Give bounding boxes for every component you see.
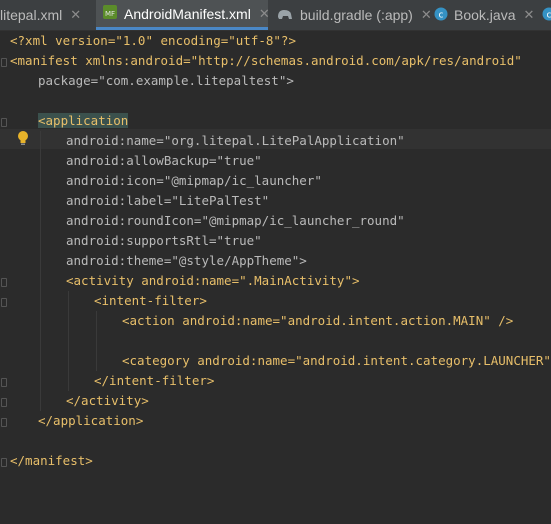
activity-close-tag: </activity> [66,393,149,408]
gradle-elephant-icon [276,7,294,24]
manifest-open-tag: <manifest xmlns:android="http://schemas.… [10,53,522,68]
manifest-file-icon: MF [102,4,118,23]
code-line-application-close: </application> [38,411,143,431]
manifest-close-tag: </manifest> [10,453,93,468]
action-tag: <action android:name="android.intent.act… [122,313,514,328]
tab-label: litepal.xml [0,7,63,23]
indent-guide [40,131,41,411]
attr-theme: android:theme="@style/AppTheme"> [66,253,307,268]
indent-guide [96,311,97,371]
editor-tab-bar: litepal.xml ✕ MF AndroidManifest.xml ✕ b… [0,0,551,31]
tab-label: AndroidManifest.xml [124,5,251,22]
code-line-manifest-close: </manifest> [10,451,93,471]
tab-build-gradle[interactable]: build.gradle (:app) ✕ [270,0,432,30]
code-line-attr-name: android:name="org.litepal.LitePalApplica… [66,131,405,151]
fold-marker[interactable] [1,58,7,67]
java-class-icon: c [542,7,551,24]
fold-marker[interactable] [1,118,7,127]
fold-marker[interactable] [1,278,7,287]
code-line-category: <category android:name="android.intent.c… [122,351,551,371]
lightbulb-icon[interactable] [16,130,30,151]
code-editor[interactable]: <?xml version="1.0" encoding="utf-8"?> <… [0,31,551,524]
tab-book-java[interactable]: c Book.java ✕ [428,0,536,30]
category-tag: <category android:name="android.intent.c… [122,353,551,368]
code-line-attr-theme: android:theme="@style/AppTheme"> [66,251,307,271]
tab-label: build.gradle (:app) [300,7,413,23]
tab-label: Book.java [454,7,516,23]
code-line-attr-roundicon: android:roundIcon="@mipmap/ic_launcher_r… [66,211,405,231]
code-line-activity-open: <activity android:name=".MainActivity"> [66,271,360,291]
indent-guide [68,291,69,391]
attr-label: android:label="LitePalTest" [66,193,270,208]
attr-name: android:name="org.litepal.LitePalApplica… [66,133,405,148]
close-icon[interactable]: ✕ [259,6,270,22]
svg-text:c: c [439,10,444,20]
code-line-attr-allowbackup: android:allowBackup="true" [66,151,262,171]
tab-overflow[interactable]: c [536,0,551,30]
package-attribute: package="com.example.litepaltest"> [38,73,294,88]
svg-text:MF: MF [105,10,115,18]
fold-marker[interactable] [1,418,7,427]
svg-text:c: c [547,10,551,20]
fold-marker[interactable] [1,378,7,387]
code-line-attr-label: android:label="LitePalTest" [66,191,269,211]
fold-marker[interactable] [1,298,7,307]
code-line-intent-filter-close: </intent-filter> [94,371,214,391]
intent-filter-open-tag: <intent-filter> [94,293,207,308]
attr-roundicon: android:roundIcon="@mipmap/ic_launcher_r… [66,213,405,228]
code-line-action: <action android:name="android.intent.act… [122,311,513,331]
attr-supportsrtl: android:supportsRtl="true" [66,233,262,248]
xml-declaration: <?xml version="1.0" encoding="utf-8"?> [10,33,296,48]
attr-icon: android:icon="@mipmap/ic_launcher" [66,173,322,188]
code-line-attr-icon: android:icon="@mipmap/ic_launcher" [66,171,322,191]
activity-open-tag: <activity android:name=".MainActivity"> [66,273,360,288]
close-icon[interactable]: ✕ [70,7,81,23]
fold-marker[interactable] [1,398,7,407]
code-line-package: package="com.example.litepaltest"> [38,71,294,91]
application-close-tag: </application> [38,413,144,428]
code-line-application-open: <application [38,111,129,131]
application-open-tag: <application [38,113,129,128]
java-class-icon: c [434,7,448,24]
code-line-intent-filter-open: <intent-filter> [94,291,207,311]
code-line-attr-supportsrtl: android:supportsRtl="true" [66,231,262,251]
tab-androidmanifest-xml[interactable]: MF AndroidManifest.xml ✕ [96,0,270,30]
code-line-activity-close: </activity> [66,391,149,411]
attr-allowbackup: android:allowBackup="true" [66,153,262,168]
intent-filter-close-tag: </intent-filter> [94,373,215,388]
fold-marker[interactable] [1,458,7,467]
close-icon[interactable]: ✕ [523,7,534,23]
code-line-manifest-open: <manifest xmlns:android="http://schemas.… [10,51,522,71]
code-line-xml-declaration: <?xml version="1.0" encoding="utf-8"?> [10,31,296,51]
tab-litepal-xml[interactable]: litepal.xml ✕ [0,0,92,30]
